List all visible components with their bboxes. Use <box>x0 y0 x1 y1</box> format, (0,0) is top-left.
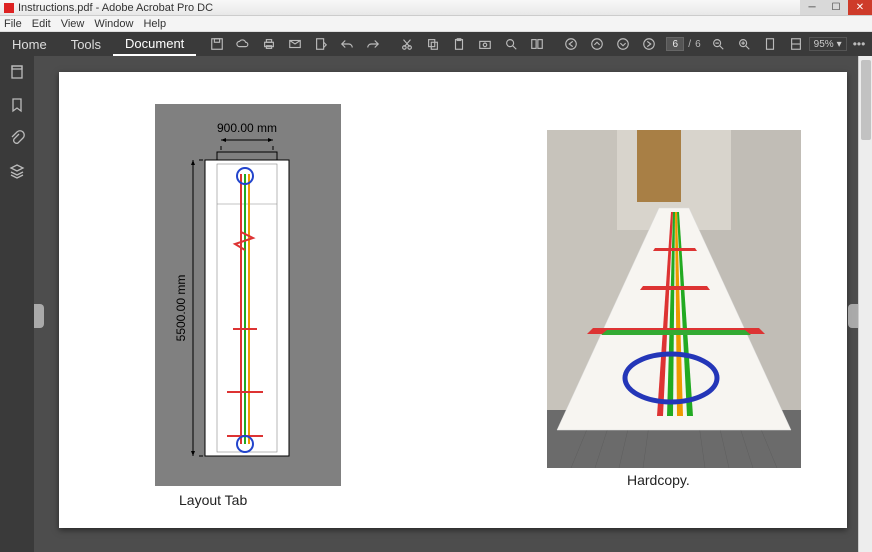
page-last-icon[interactable] <box>642 36 656 52</box>
menu-bar: File Edit View Window Help <box>0 16 872 32</box>
layout-figure: 900.00 mm 5500.00 mm <box>155 104 341 486</box>
zoom-out-icon[interactable] <box>711 36 725 52</box>
layout-caption: Layout Tab <box>179 492 247 508</box>
window-titlebar: Instructions.pdf - Adobe Acrobat Pro DC … <box>0 0 872 16</box>
window-title: Instructions.pdf - Adobe Acrobat Pro DC <box>18 2 800 14</box>
page-up-icon[interactable] <box>590 36 604 52</box>
redo-icon[interactable] <box>366 36 380 52</box>
attachment-icon[interactable] <box>9 130 25 149</box>
page-sep: / <box>688 39 691 50</box>
window-close-button[interactable]: ✕ <box>848 0 872 15</box>
app-icon <box>4 3 14 13</box>
chevron-down-icon: ▾ <box>837 39 842 50</box>
dim-width-text: 900.00 mm <box>217 121 277 135</box>
window-maximize-button[interactable]: ☐ <box>824 0 848 15</box>
page-first-icon[interactable] <box>564 36 578 52</box>
more-icon[interactable]: ••• <box>853 36 866 52</box>
document-viewport[interactable]: 900.00 mm 5500.00 mm <box>34 56 872 552</box>
menu-help[interactable]: Help <box>143 18 166 30</box>
dim-height-text: 5500.00 mm <box>174 275 188 342</box>
search-icon[interactable] <box>504 36 518 52</box>
page-current-input[interactable] <box>666 37 684 51</box>
window-minimize-button[interactable]: ─ <box>800 0 824 15</box>
document-page: 900.00 mm 5500.00 mm <box>59 72 847 528</box>
page-total: 6 <box>695 39 701 50</box>
thumbnails-icon[interactable] <box>9 64 25 83</box>
left-nav <box>0 56 34 552</box>
snapshot-icon[interactable] <box>478 36 492 52</box>
toolbar: Home Tools Document / 6 95% ▾ ••• Sign I… <box>0 32 872 56</box>
work-area: 900.00 mm 5500.00 mm <box>0 56 872 552</box>
collapse-left-handle[interactable] <box>34 304 44 328</box>
mail-icon[interactable] <box>288 36 302 52</box>
menu-view[interactable]: View <box>61 18 85 30</box>
vertical-scrollbar[interactable] <box>858 56 872 552</box>
copy-icon[interactable] <box>426 36 440 52</box>
fit-icon[interactable] <box>530 36 544 52</box>
zoom-value: 95% <box>814 39 834 50</box>
cloud-icon[interactable] <box>236 36 250 52</box>
menu-file[interactable]: File <box>4 18 22 30</box>
zoom-in-icon[interactable] <box>737 36 751 52</box>
bookmark-icon[interactable] <box>9 97 25 116</box>
page-indicator: / 6 <box>666 37 700 51</box>
page-down-icon[interactable] <box>616 36 630 52</box>
cut-icon[interactable] <box>400 36 414 52</box>
tab-document[interactable]: Document <box>113 32 196 56</box>
hardcopy-figure <box>547 130 801 468</box>
scrollbar-thumb[interactable] <box>861 60 871 140</box>
paste-icon[interactable] <box>452 36 466 52</box>
menu-edit[interactable]: Edit <box>32 18 51 30</box>
save-icon[interactable] <box>210 36 224 52</box>
collapse-right-handle[interactable] <box>848 304 858 328</box>
print-icon[interactable] <box>262 36 276 52</box>
tab-tools[interactable]: Tools <box>59 32 113 56</box>
hardcopy-caption: Hardcopy. <box>627 472 690 488</box>
undo-icon[interactable] <box>340 36 354 52</box>
tab-home[interactable]: Home <box>0 32 59 56</box>
layers-icon[interactable] <box>9 163 25 182</box>
export-icon[interactable] <box>314 36 328 52</box>
zoom-select[interactable]: 95% ▾ <box>809 37 847 51</box>
fit-page-icon[interactable] <box>763 36 777 52</box>
fit-width-icon[interactable] <box>789 36 803 52</box>
menu-window[interactable]: Window <box>94 18 133 30</box>
